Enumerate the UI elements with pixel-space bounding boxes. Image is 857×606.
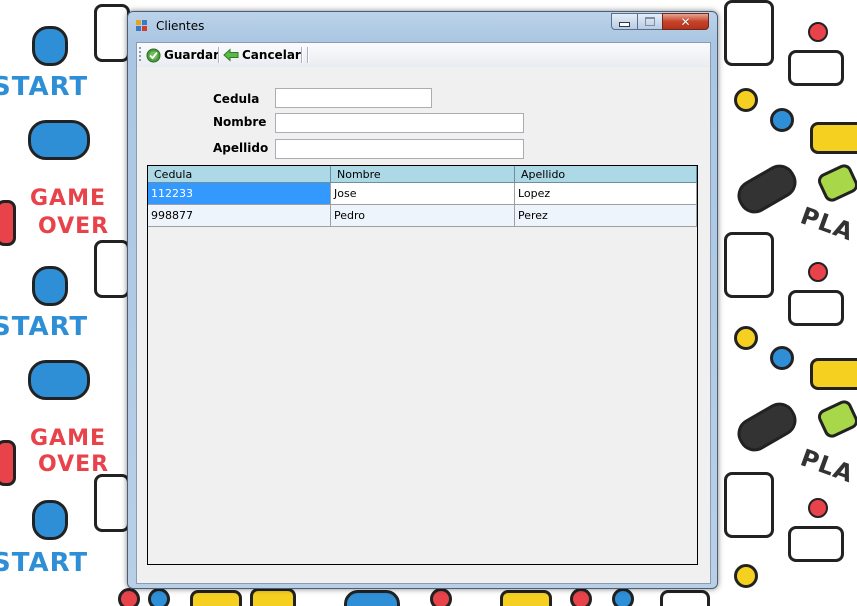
wallpaper-text: START bbox=[0, 312, 89, 342]
back-arrow-icon bbox=[223, 48, 239, 62]
save-button-label: Guardar bbox=[164, 48, 220, 62]
joystick-icon bbox=[660, 590, 710, 606]
controller-icon bbox=[344, 590, 400, 606]
maximize-button[interactable] bbox=[637, 13, 663, 30]
handheld-console-icon bbox=[724, 0, 774, 66]
table-cell-nombre[interactable]: Jose bbox=[331, 183, 515, 205]
cancel-button[interactable]: Cancelar bbox=[223, 45, 301, 65]
wallpaper-text: OVER bbox=[38, 452, 110, 477]
gamepad-buttons-icon bbox=[734, 564, 758, 588]
joystick-knob-icon bbox=[808, 498, 828, 518]
gameboy-icon bbox=[250, 588, 296, 606]
column-header-nombre[interactable]: Nombre bbox=[331, 166, 515, 183]
cancel-button-label: Cancelar bbox=[242, 48, 301, 62]
controller-icon bbox=[28, 360, 90, 400]
gameboy-icon bbox=[815, 161, 857, 205]
apellido-label: Apellido bbox=[213, 141, 269, 155]
controller-icon bbox=[28, 120, 90, 160]
column-header-cedula[interactable]: Cedula bbox=[148, 166, 331, 183]
gamepad-buttons-icon bbox=[770, 346, 794, 370]
retro-controller-icon bbox=[810, 358, 857, 390]
joystick-icon bbox=[788, 526, 844, 562]
remote-controller-icon bbox=[731, 158, 803, 220]
minimize-icon bbox=[619, 22, 630, 27]
table-cell-apellido[interactable]: Perez bbox=[515, 205, 697, 227]
form-client-area: Guardar Cancelar Cedula Nombre Apellido … bbox=[136, 42, 711, 584]
mouse-icon bbox=[32, 26, 68, 66]
gamepad-buttons-icon bbox=[734, 326, 758, 350]
handheld-console-icon bbox=[724, 472, 774, 538]
gamepad-buttons-icon bbox=[118, 588, 140, 606]
gamepad-buttons-icon bbox=[148, 588, 170, 606]
table-cell-nombre[interactable]: Pedro bbox=[331, 205, 515, 227]
nombre-label: Nombre bbox=[213, 115, 267, 129]
mouse-icon bbox=[32, 266, 68, 306]
toolbar-separator bbox=[218, 47, 220, 63]
gamepad-buttons-icon bbox=[734, 88, 758, 112]
joystick-knob-icon bbox=[808, 22, 828, 42]
cedula-label: Cedula bbox=[213, 92, 260, 106]
wallpaper-text: START bbox=[0, 72, 89, 102]
retro-controller-icon bbox=[190, 590, 242, 606]
toolbar-grip[interactable] bbox=[139, 47, 141, 63]
gamepad-buttons-icon bbox=[570, 588, 592, 606]
retro-controller-icon bbox=[500, 590, 552, 606]
handheld-console-icon bbox=[94, 240, 130, 298]
mouse-icon bbox=[32, 500, 68, 540]
apellido-input[interactable] bbox=[275, 139, 524, 159]
app-icon bbox=[136, 20, 148, 32]
close-icon: ✕ bbox=[680, 14, 691, 29]
wallpaper-text: PLA bbox=[796, 443, 857, 489]
wallpaper-text: PLA bbox=[796, 201, 857, 247]
table-cell-apellido[interactable]: Lopez bbox=[515, 183, 697, 205]
joystick-icon bbox=[788, 290, 844, 326]
toolbar-separator bbox=[301, 47, 303, 63]
retro-controller-icon bbox=[810, 122, 857, 154]
table-cell-cedula[interactable]: 112233 bbox=[148, 183, 331, 205]
toolbar-separator bbox=[307, 47, 309, 63]
remote-controller-icon bbox=[731, 396, 803, 458]
table-cell-cedula[interactable]: 998877 bbox=[148, 205, 331, 227]
toolbar: Guardar Cancelar bbox=[137, 43, 710, 67]
gamepad-buttons-icon bbox=[770, 108, 794, 132]
joystick-icon bbox=[0, 200, 16, 246]
handheld-console-icon bbox=[724, 232, 774, 298]
gamepad-buttons-icon bbox=[612, 588, 634, 606]
column-header-apellido[interactable]: Apellido bbox=[515, 166, 697, 183]
title-bar[interactable]: Clientes ✕ bbox=[128, 12, 717, 40]
close-button[interactable]: ✕ bbox=[662, 13, 709, 30]
joystick-icon bbox=[788, 50, 844, 86]
gamepad-buttons-icon bbox=[430, 588, 452, 606]
grid-header-row: Cedula Nombre Apellido bbox=[148, 166, 697, 183]
window-title: Clientes bbox=[156, 19, 205, 33]
joystick-knob-icon bbox=[808, 262, 828, 282]
table-row[interactable]: 998877 Pedro Perez bbox=[148, 205, 697, 227]
wallpaper-text: GAME bbox=[30, 426, 107, 451]
minimize-button[interactable] bbox=[611, 13, 638, 30]
gameboy-icon bbox=[815, 397, 857, 441]
wallpaper-text: START bbox=[0, 548, 89, 578]
save-check-icon bbox=[146, 48, 161, 62]
table-row[interactable]: 112233 Jose Lopez bbox=[148, 183, 697, 205]
cedula-input[interactable] bbox=[275, 88, 432, 108]
wallpaper-text: GAME bbox=[30, 186, 107, 211]
clients-data-grid[interactable]: Cedula Nombre Apellido 112233 Jose Lopez… bbox=[147, 165, 698, 565]
maximize-icon bbox=[645, 17, 655, 26]
nombre-input[interactable] bbox=[275, 113, 524, 133]
wallpaper-text: OVER bbox=[38, 214, 110, 239]
handheld-console-icon bbox=[94, 474, 130, 532]
save-button[interactable]: Guardar bbox=[146, 45, 219, 65]
handheld-console-icon bbox=[94, 4, 130, 62]
joystick-icon bbox=[0, 440, 16, 486]
clientes-window: Clientes ✕ Guardar Cancelar Cedula Nombr… bbox=[127, 11, 718, 589]
